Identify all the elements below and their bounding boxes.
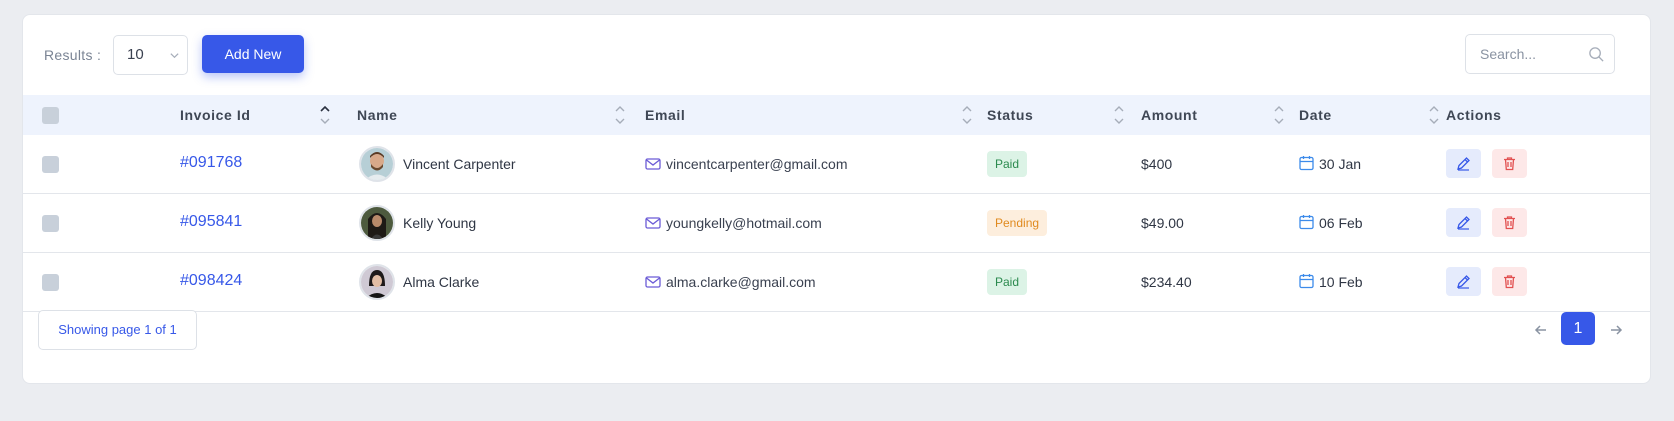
mail-icon: [645, 158, 661, 170]
sort-icon[interactable]: [1114, 104, 1124, 126]
page-button-1[interactable]: 1: [1561, 312, 1595, 345]
table-toolbar: Results : 10 Add New: [23, 15, 1650, 95]
invoice-table-card: Results : 10 Add New Invoice Id Name Ema…: [22, 14, 1651, 384]
edit-button[interactable]: [1446, 208, 1481, 237]
results-label: Results :: [44, 47, 102, 63]
results-per-page-select[interactable]: 10: [113, 35, 188, 75]
edit-icon: [1457, 275, 1470, 289]
calendar-icon: [1299, 215, 1314, 230]
avatar: [359, 205, 395, 241]
table-row: #091768 Vincent Carpenter vincentcarpent…: [23, 135, 1650, 194]
column-header-amount: Amount: [1141, 107, 1198, 123]
trash-icon: [1504, 216, 1515, 230]
sort-icon[interactable]: [962, 104, 972, 126]
calendar-icon: [1299, 274, 1314, 289]
select-all-checkbox[interactable]: [42, 107, 59, 124]
trash-icon: [1504, 275, 1515, 289]
customer-email: vincentcarpenter@gmail.com: [666, 156, 848, 172]
column-header-actions: Actions: [1446, 107, 1502, 123]
avatar: [359, 146, 395, 182]
column-header-date: Date: [1299, 107, 1332, 123]
sort-icon[interactable]: [615, 104, 625, 126]
invoice-id-link[interactable]: #095841: [180, 213, 242, 231]
edit-icon: [1457, 157, 1470, 171]
customer-name: Alma Clarke: [403, 274, 480, 290]
invoice-id-link[interactable]: #091768: [180, 154, 242, 172]
search-input[interactable]: [1480, 46, 1590, 62]
pagination-info: Showing page 1 of 1: [38, 310, 197, 350]
avatar: [359, 264, 395, 300]
column-header-email: Email: [645, 107, 686, 123]
search-icon: [1589, 47, 1604, 62]
mail-icon: [645, 217, 661, 229]
results-select-value: 10: [127, 46, 144, 63]
customer-email: youngkelly@hotmail.com: [666, 215, 822, 231]
customer-name: Kelly Young: [403, 215, 477, 231]
trash-icon: [1504, 157, 1515, 171]
column-header-invoice-id: Invoice Id: [180, 107, 251, 123]
table-row: #098424 Alma Clarke alma.clarke@gmail.co…: [23, 253, 1650, 312]
delete-button[interactable]: [1492, 208, 1527, 237]
customer-email: alma.clarke@gmail.com: [666, 274, 816, 290]
customer-name: Vincent Carpenter: [403, 156, 516, 172]
calendar-icon: [1299, 156, 1314, 171]
arrow-right-icon[interactable]: [1606, 320, 1626, 340]
arrow-left-icon[interactable]: [1531, 320, 1551, 340]
table-row: #095841 Kelly Young youngkelly@hotmail.c…: [23, 194, 1650, 253]
invoice-date: 30 Jan: [1319, 156, 1362, 172]
invoice-date: 10 Feb: [1319, 274, 1363, 290]
mail-icon: [645, 276, 661, 288]
delete-button[interactable]: [1492, 267, 1527, 296]
invoice-amount: $400: [1141, 156, 1173, 172]
invoice-id-link[interactable]: #098424: [180, 272, 242, 290]
sort-icon[interactable]: [1274, 104, 1284, 126]
edit-button[interactable]: [1446, 267, 1481, 296]
chevron-down-icon: [170, 53, 179, 59]
status-badge: Paid: [987, 151, 1028, 177]
row-checkbox[interactable]: [42, 215, 59, 232]
edit-icon: [1457, 216, 1470, 230]
search-box[interactable]: [1465, 34, 1615, 74]
sort-icon[interactable]: [1429, 104, 1439, 126]
status-badge: Pending: [987, 210, 1048, 236]
invoice-date: 06 Feb: [1319, 215, 1363, 231]
delete-button[interactable]: [1492, 149, 1527, 178]
invoice-amount: $234.40: [1141, 274, 1192, 290]
row-checkbox[interactable]: [42, 156, 59, 173]
add-new-button[interactable]: Add New: [202, 35, 304, 73]
column-header-status: Status: [987, 107, 1034, 123]
invoice-amount: $49.00: [1141, 215, 1184, 231]
column-header-name: Name: [357, 107, 398, 123]
sort-icon[interactable]: [320, 104, 330, 126]
row-checkbox[interactable]: [42, 274, 59, 291]
table-header: Invoice Id Name Email Status Amount Date…: [23, 95, 1650, 135]
edit-button[interactable]: [1446, 149, 1481, 178]
status-badge: Paid: [987, 269, 1028, 295]
